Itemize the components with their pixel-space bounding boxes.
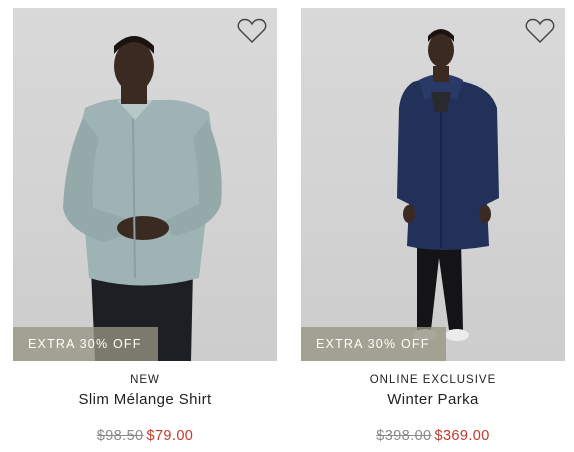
- original-price: $398.00: [376, 428, 432, 444]
- wishlist-heart-icon[interactable]: [525, 18, 555, 44]
- product-name[interactable]: Slim Mélange Shirt: [13, 390, 277, 410]
- product-image[interactable]: EXTRA 30% OFF: [13, 8, 277, 361]
- product-card[interactable]: EXTRA 30% OFF NEW Slim Mélange Shirt $98…: [13, 8, 277, 445]
- product-prices: $398.00 $369.00: [301, 427, 565, 445]
- promo-badge: EXTRA 30% OFF: [13, 327, 158, 361]
- product-card[interactable]: EXTRA 30% OFF ONLINE EXCLUSIVE Winter Pa…: [301, 8, 565, 445]
- product-tag: NEW: [130, 374, 160, 386]
- model-photo-shirt: [63, 36, 222, 361]
- product-name[interactable]: Winter Parka: [301, 390, 565, 410]
- product-image[interactable]: EXTRA 30% OFF: [301, 8, 565, 361]
- product-tag: ONLINE EXCLUSIVE: [369, 374, 497, 386]
- wishlist-heart-icon[interactable]: [237, 18, 267, 44]
- original-price: $98.50: [96, 428, 144, 444]
- promo-badge: EXTRA 30% OFF: [301, 327, 446, 361]
- product-prices: $98.50 $79.00: [13, 427, 277, 445]
- sale-price: $79.00: [146, 428, 194, 444]
- sale-price: $369.00: [434, 428, 490, 444]
- model-photo-parka: [397, 29, 499, 341]
